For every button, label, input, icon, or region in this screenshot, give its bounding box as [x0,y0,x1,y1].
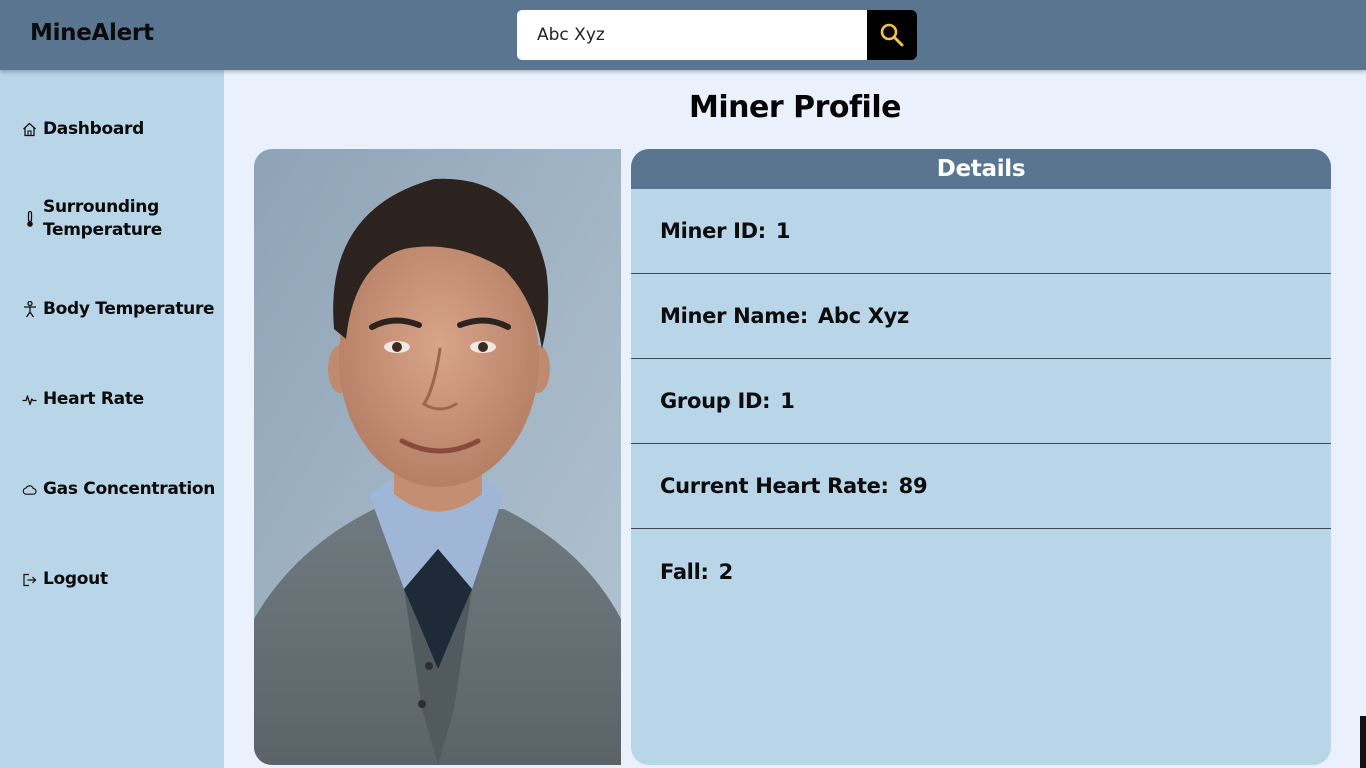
detail-label: Miner Name: [660,304,808,328]
sidebar-item-label: Surrounding Temperature [43,197,162,240]
detail-value: Abc Xyz [817,304,909,328]
body-icon [22,301,37,319]
detail-label: Current Heart Rate: [660,474,889,498]
search-button[interactable] [867,10,917,60]
thermometer-icon [22,210,37,228]
home-icon [22,121,37,139]
detail-row-miner-id: Miner ID: 1 [631,189,1331,274]
detail-row-fall: Fall: 2 [631,529,1331,614]
sidebar-item-label: Logout [43,569,108,589]
detail-row-miner-name: Miner Name: Abc Xyz [631,274,1331,359]
details-panel: Details Miner ID: 1 Miner Name: Abc Xyz … [631,149,1331,765]
sidebar-item-logout[interactable]: Logout [22,568,108,591]
search-bar [517,10,917,60]
portrait-image [254,149,621,765]
sidebar-item-label: Heart Rate [43,389,144,409]
sidebar: Dashboard Surrounding Temperature Body T… [0,70,224,768]
logout-icon [22,571,37,589]
sidebar-item-dashboard[interactable]: Dashboard [22,118,144,141]
detail-value: 89 [898,474,928,498]
sidebar-item-surrounding-temperature[interactable]: Surrounding Temperature [22,196,203,242]
detail-label: Miner ID: [660,219,766,243]
detail-label: Group ID: [660,389,771,413]
main-content: Miner Profile Details Miner ID: 1 Miner … [224,70,1366,768]
details-heading: Details [631,149,1331,189]
scrollbar[interactable] [1360,716,1366,768]
sidebar-item-gas-concentration[interactable]: Gas Concentration [22,478,215,501]
sidebar-item-label: Body Temperature [43,299,215,319]
miner-photo [254,149,621,765]
sidebar-item-heart-rate[interactable]: Heart Rate [22,388,144,411]
page-title: Miner Profile [689,90,901,125]
sidebar-item-label: Dashboard [43,119,144,139]
search-icon [880,23,904,47]
detail-value: 1 [780,389,795,413]
detail-row-current-heart-rate: Current Heart Rate: 89 [631,444,1331,529]
detail-value: 2 [718,559,734,584]
cloud-icon [22,481,37,499]
detail-row-group-id: Group ID: 1 [631,359,1331,444]
detail-label: Fall: [660,559,709,584]
heartbeat-icon [22,391,37,409]
sidebar-item-body-temperature[interactable]: Body Temperature [22,298,215,321]
search-input[interactable] [517,10,867,60]
brand-logo[interactable]: MineAlert [30,20,154,46]
detail-value: 1 [775,219,791,243]
top-bar: MineAlert [0,0,1366,70]
sidebar-item-label: Gas Concentration [43,479,216,499]
